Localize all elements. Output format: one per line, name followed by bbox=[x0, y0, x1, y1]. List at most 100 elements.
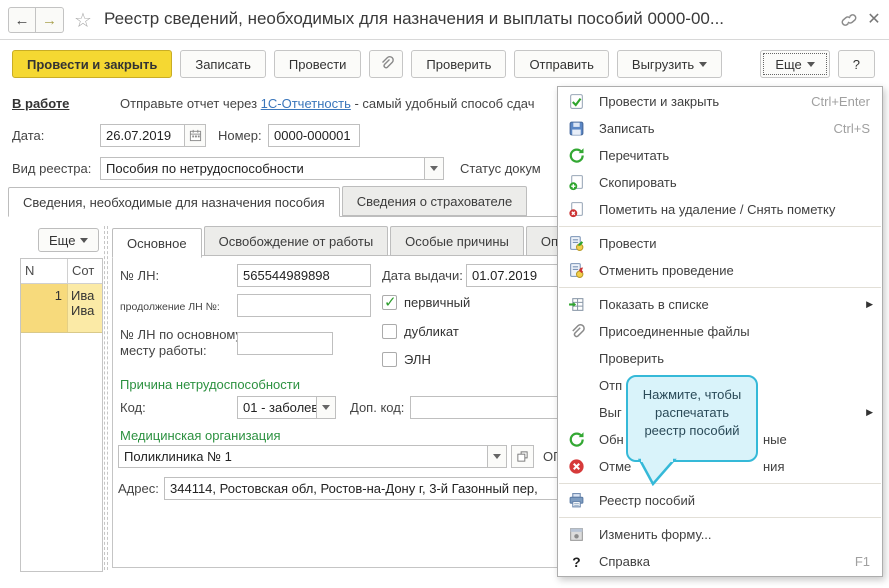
medical-org-dropdown-icon[interactable] bbox=[488, 445, 507, 468]
menu-item-label: Показать в списке bbox=[599, 297, 709, 312]
toolbar-button-label: Проверить bbox=[426, 56, 492, 72]
menu-item-2[interactable]: Записать Ctrl+S bbox=[558, 115, 882, 142]
refresh-icon bbox=[568, 147, 585, 164]
menu-item-shortcut: Ctrl+Enter bbox=[811, 94, 870, 109]
unpost-icon bbox=[568, 262, 585, 279]
menu-item-6[interactable]: Провести bbox=[558, 230, 882, 257]
menu-item-label: Отп bbox=[599, 378, 623, 393]
employees-table: N Сот 1 Ива Ива bbox=[20, 258, 103, 572]
get-link-icon[interactable] bbox=[840, 11, 858, 29]
column-header-employee[interactable]: Сот bbox=[68, 259, 102, 283]
table-more-label: Еще bbox=[49, 232, 76, 248]
inner-tab-1[interactable]: Основное bbox=[112, 228, 202, 258]
toolbar-paperclip-button[interactable] bbox=[369, 50, 404, 78]
cause-code-dropdown-icon[interactable] bbox=[317, 396, 336, 419]
post-icon bbox=[568, 235, 585, 252]
paperclip-icon bbox=[378, 55, 395, 74]
row-number-cell: 1 bbox=[21, 284, 68, 332]
address-label: Адрес: bbox=[118, 481, 159, 496]
date-input[interactable]: 26.07.2019 bbox=[100, 124, 185, 147]
back-icon[interactable]: ← bbox=[8, 7, 36, 33]
ln-main-workplace-input[interactable] bbox=[237, 332, 333, 355]
save-icon bbox=[568, 120, 585, 137]
outer-tab-2[interactable]: Сведения о страхователе bbox=[341, 186, 528, 216]
menu-item-17[interactable]: ? Справка F1 bbox=[558, 548, 882, 575]
favorite-star-icon[interactable]: ☆ bbox=[74, 8, 92, 33]
toolbar-send-button[interactable]: Отправить bbox=[514, 50, 609, 78]
checkbox-checked-icon bbox=[382, 293, 397, 311]
employee-name-line: Ива bbox=[71, 288, 95, 303]
menu-item-label-fragment: ния bbox=[763, 459, 785, 474]
forward-icon[interactable]: → bbox=[36, 7, 64, 33]
number-input[interactable]: 0000-000001 bbox=[268, 124, 360, 147]
menu-item-15[interactable]: Реестр пособий bbox=[558, 487, 882, 514]
medical-org-open-icon[interactable] bbox=[511, 445, 534, 468]
ln-number-label: № ЛН: bbox=[120, 268, 160, 283]
inner-tabs: Основное Освобождение от работы Особые при… bbox=[112, 226, 590, 258]
inner-tab-3[interactable]: Особые причины bbox=[390, 226, 524, 256]
toolbar-button-label: Отправить bbox=[529, 56, 594, 72]
menu-item-9[interactable]: Присоединенные файлы bbox=[558, 318, 882, 345]
menu-item-7[interactable]: Отменить проведение bbox=[558, 257, 882, 284]
registry-type-label: Вид реестра: bbox=[12, 161, 92, 176]
number-label: Номер: bbox=[218, 128, 262, 143]
toolbar-save-button[interactable]: Записать bbox=[180, 50, 266, 78]
print-hint-tooltip: Нажмите, чтобы распечатать реестр пособи… bbox=[626, 375, 758, 486]
menu-item-label: Выг bbox=[599, 405, 622, 420]
menu-item-label-fragment: ные bbox=[763, 432, 787, 447]
document-state-link[interactable]: В работе bbox=[12, 96, 69, 111]
print-icon bbox=[568, 492, 585, 509]
ln-number-input[interactable]: 565544989898 bbox=[237, 264, 371, 287]
menu-item-label: Скопировать bbox=[599, 175, 677, 190]
toolbar-help-button[interactable]: ? bbox=[837, 50, 875, 78]
show-list-icon bbox=[568, 296, 585, 313]
cause-code-input[interactable]: 01 - заболев bbox=[237, 396, 317, 419]
menu-item-1[interactable]: Провести и закрыть Ctrl+Enter bbox=[558, 88, 882, 115]
inner-tab-2[interactable]: Освобождение от работы bbox=[203, 226, 389, 256]
primary-checkbox-label: первичный bbox=[404, 295, 471, 310]
svg-text:?: ? bbox=[572, 554, 580, 570]
toolbar-button-label: ? bbox=[852, 56, 860, 72]
chevron-down-icon bbox=[80, 237, 89, 243]
medical-org-input[interactable]: Поликлиника № 1 bbox=[118, 445, 488, 468]
menu-item-16[interactable]: Изменить форму... bbox=[558, 521, 882, 548]
table-more-button[interactable]: Еще bbox=[38, 228, 100, 252]
toolbar-more-button[interactable]: Еще bbox=[760, 50, 830, 78]
calendar-icon[interactable] bbox=[185, 124, 206, 147]
toolbar-post-button[interactable]: Провести bbox=[273, 50, 362, 78]
toolbar-post-and-close-button[interactable]: Провести и закрыть bbox=[12, 50, 173, 78]
ln-continuation-label: продолжение ЛН №: bbox=[120, 301, 220, 313]
column-header-number[interactable]: N bbox=[21, 259, 68, 283]
menu-item-label: Обн bbox=[599, 432, 624, 447]
toolbar-check-button[interactable]: Проверить bbox=[411, 50, 507, 78]
menu-item-shortcut: F1 bbox=[854, 554, 870, 569]
menu-item-label: Справка bbox=[599, 554, 650, 569]
menu-item-8[interactable]: Показать в списке ▶ bbox=[558, 291, 882, 318]
cause-code-label: Код: bbox=[120, 400, 146, 415]
primary-checkbox[interactable]: первичный bbox=[382, 293, 471, 311]
status-message-suffix: - самый удобный способ сдач bbox=[350, 96, 535, 111]
menu-separator bbox=[559, 517, 881, 518]
mark-delete-icon bbox=[568, 201, 585, 218]
outer-tab-1[interactable]: Сведения, необходимые для назначения пос… bbox=[8, 187, 340, 217]
menu-item-shortcut: Ctrl+S bbox=[833, 121, 870, 136]
registry-type-input[interactable]: Пособия по нетрудоспособности bbox=[100, 157, 425, 180]
menu-item-3[interactable]: Перечитать bbox=[558, 142, 882, 169]
menu-item-label: Реестр пособий bbox=[599, 493, 695, 508]
close-icon[interactable]: ✕ bbox=[865, 9, 883, 29]
eln-checkbox[interactable]: ЭЛН bbox=[382, 352, 431, 367]
employee-name-line: Ива bbox=[71, 303, 95, 318]
reporting-service-link[interactable]: 1С-Отчетность bbox=[261, 96, 351, 111]
menu-item-4[interactable]: Скопировать bbox=[558, 169, 882, 196]
ln-continuation-input[interactable] bbox=[237, 294, 371, 317]
registry-type-dropdown-icon[interactable] bbox=[425, 157, 444, 180]
menu-separator bbox=[559, 226, 881, 227]
menu-item-label: Отменить проведение bbox=[599, 263, 734, 278]
menu-item-10[interactable]: Проверить bbox=[558, 345, 882, 372]
table-row[interactable]: 1 Ива Ива bbox=[21, 284, 102, 333]
ln-main-workplace-label-line2: месту работы: bbox=[120, 343, 207, 358]
panel-splitter[interactable] bbox=[104, 226, 108, 570]
duplicate-checkbox[interactable]: дубликат bbox=[382, 324, 459, 339]
menu-item-5[interactable]: Пометить на удаление / Снять пометку bbox=[558, 196, 882, 223]
toolbar-export-button[interactable]: Выгрузить bbox=[616, 50, 723, 78]
